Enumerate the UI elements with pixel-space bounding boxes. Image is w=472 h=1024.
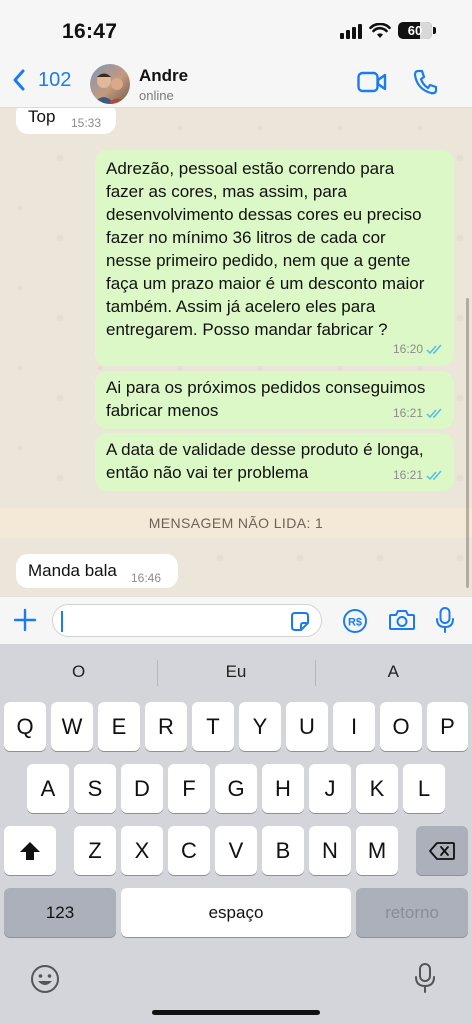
message-list[interactable]: Top 15:33 Adrezão, pessoal estão corrend… [0,108,472,596]
camera-icon [389,610,415,630]
message-bubble-outgoing[interactable]: Adrezão, pessoal estão correndo para faz… [95,150,454,366]
message-text: Adrezão, pessoal estão correndo para faz… [106,159,425,339]
voice-call-button[interactable] [413,69,438,100]
key-g[interactable]: G [215,764,257,813]
message-time: 16:20 [392,342,423,356]
key-w[interactable]: W [51,702,93,751]
key-y[interactable]: Y [239,702,281,751]
dictation-button[interactable] [414,962,436,999]
key-p[interactable]: P [427,702,468,751]
keyboard-suggestions: O Eu A [0,644,472,696]
numbers-key[interactable]: 123 [4,888,116,937]
space-key[interactable]: espaço [121,888,351,937]
contact-status: online [139,88,174,103]
double-check-icon [426,344,442,355]
key-t[interactable]: T [192,702,234,751]
voice-message-button[interactable] [434,606,456,639]
message-text: Ai para os próximos pedidos conseguimos … [106,378,426,420]
return-key[interactable]: retorno [356,888,468,937]
key-u[interactable]: U [286,702,328,751]
sticker-button[interactable] [289,611,311,638]
battery-icon: 60 [398,22,436,39]
avatar[interactable] [90,64,130,104]
key-d[interactable]: D [121,764,163,813]
suggestion-item[interactable]: A [314,644,472,696]
video-camera-icon [357,71,387,93]
camera-button[interactable] [388,608,416,637]
home-indicator[interactable] [152,1010,320,1015]
message-text: Top [28,108,56,126]
message-bubble-outgoing[interactable]: A data de validade desse produto é longa… [95,433,454,491]
key-l[interactable]: L [403,764,445,813]
key-o[interactable]: O [380,702,422,751]
double-check-icon [426,470,442,481]
status-bar: 16:47 60 [0,0,472,58]
key-c[interactable]: C [168,826,210,875]
video-call-button[interactable] [357,71,387,98]
scrollbar[interactable] [466,298,469,588]
key-z[interactable]: Z [74,826,116,875]
suggestion-item[interactable]: Eu [157,644,314,696]
key-e[interactable]: E [98,702,140,751]
key-h[interactable]: H [262,764,304,813]
microphone-icon [436,607,454,633]
svg-text:R$: R$ [348,617,362,629]
sticker-icon [291,612,309,631]
message-time: 16:21 [392,468,423,482]
double-check-icon [426,408,442,419]
key-a[interactable]: A [27,764,69,813]
currency-real-icon: R$ [343,609,367,633]
backspace-key[interactable] [416,826,468,875]
chat-header: 102 Andre online [0,58,472,108]
phone-icon [413,69,438,95]
chevron-left-icon [13,69,25,91]
keyboard: O Eu A Q W E R T Y U I O P A S D F G H J… [0,644,472,1024]
shift-key[interactable] [4,826,56,875]
key-j[interactable]: J [309,764,351,813]
back-button[interactable]: 102 [12,68,71,92]
plus-icon [13,608,37,632]
status-time: 16:47 [62,20,118,43]
suggestion-item[interactable]: O [0,644,157,696]
attach-button[interactable] [12,607,38,638]
key-f[interactable]: F [168,764,210,813]
key-n[interactable]: N [309,826,351,875]
delete-icon [429,841,455,860]
message-time: 16:46 [131,571,162,585]
unread-chats-count: 102 [38,68,72,91]
contact-info[interactable]: Andre online [139,66,188,103]
key-m[interactable]: M [356,826,398,875]
emoji-icon [31,965,59,993]
message-input-bar: R$ [0,596,472,644]
microphone-icon [415,963,435,993]
battery-level: 60 [407,23,423,38]
shift-icon [20,841,40,860]
message-text: Manda bala [28,561,117,580]
payment-button[interactable]: R$ [342,608,368,639]
message-bubble-incoming[interactable]: Manda bala 16:46 [16,554,178,588]
key-i[interactable]: I [333,702,375,751]
cellular-signal-icon [340,23,362,39]
key-s[interactable]: S [74,764,116,813]
key-k[interactable]: K [356,764,398,813]
key-r[interactable]: R [145,702,187,751]
message-input[interactable] [52,604,322,637]
message-time: 16:21 [392,406,423,420]
key-q[interactable]: Q [4,702,46,751]
key-v[interactable]: V [215,826,257,875]
message-bubble-incoming[interactable]: Top 15:33 [16,108,116,134]
contact-name: Andre [139,66,189,85]
wifi-icon [369,22,391,38]
message-bubble-outgoing[interactable]: Ai para os próximos pedidos conseguimos … [95,371,454,429]
message-time: 15:33 [71,116,102,130]
key-b[interactable]: B [262,826,304,875]
text-cursor [61,611,63,632]
emoji-button[interactable] [30,964,60,999]
key-x[interactable]: X [121,826,163,875]
message-text: A data de validade desse produto é longa… [106,440,424,482]
unread-messages-banner: MENSAGEM NÃO LIDA: 1 [0,508,472,538]
